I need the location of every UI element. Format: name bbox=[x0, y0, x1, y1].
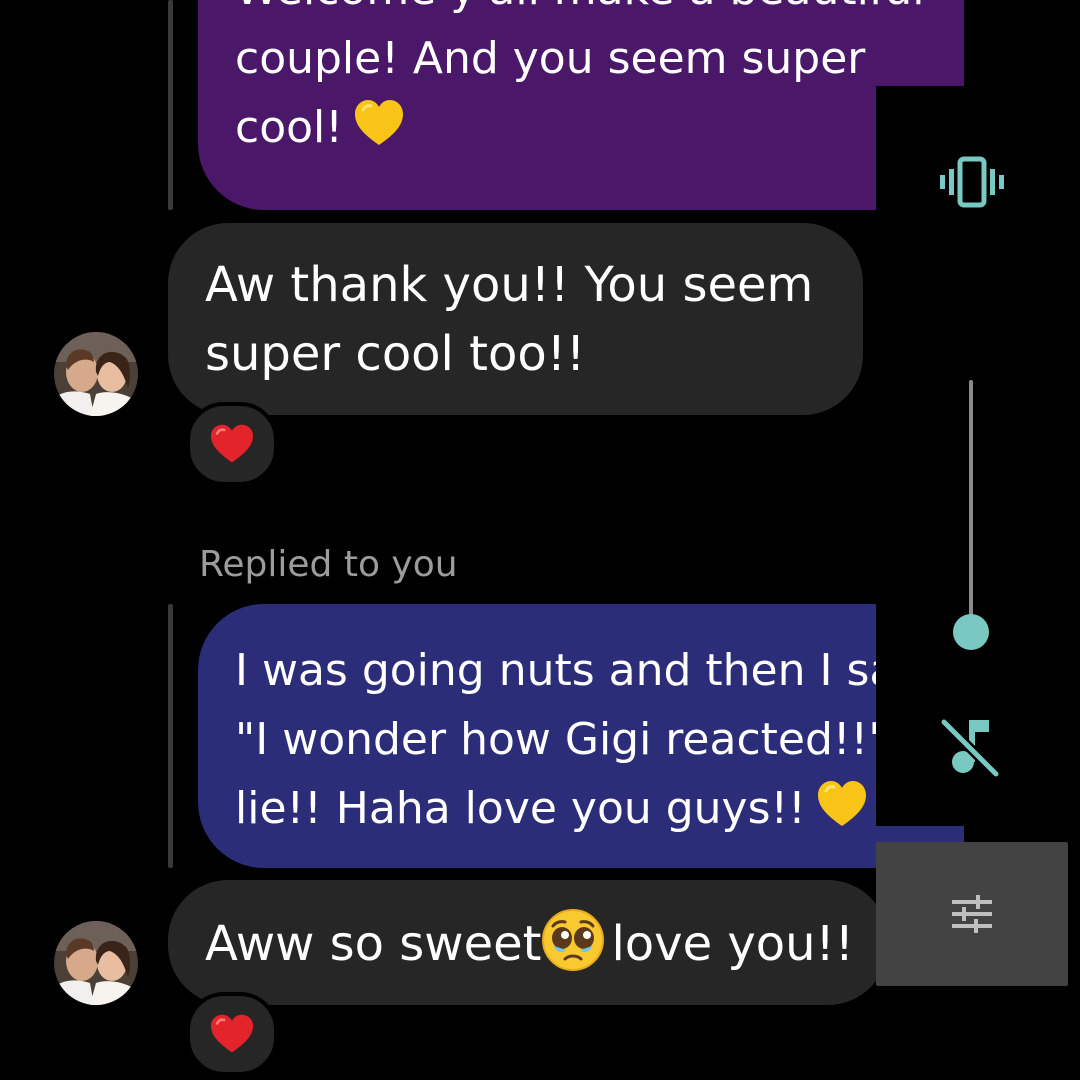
message-line: lie!! Haha love you guys!! bbox=[235, 774, 954, 843]
sent-message-bubble[interactable]: I was going nuts and then I sai "I wonde… bbox=[198, 604, 964, 868]
volume-slider-thumb[interactable] bbox=[953, 614, 989, 650]
message-line: Aw thank you!! You seem bbox=[205, 257, 814, 313]
red-heart-icon bbox=[211, 424, 253, 463]
received-message-bubble[interactable]: Aw thank you!! You seem super cool too!! bbox=[168, 223, 863, 415]
reaction-badge[interactable] bbox=[186, 402, 278, 486]
message-line: I was going nuts and then I sai bbox=[235, 645, 909, 696]
contact-avatar[interactable] bbox=[54, 332, 138, 416]
avatar-photo bbox=[54, 921, 138, 1005]
reaction-badge[interactable] bbox=[186, 992, 278, 1076]
sliders-icon bbox=[952, 895, 992, 933]
replied-to-you-label: Replied to you bbox=[199, 544, 458, 585]
pleading-face-emoji-icon bbox=[542, 909, 605, 971]
message-line: "I wonder how Gigi reacted!!" N bbox=[235, 714, 936, 765]
yellow-heart-emoji-icon bbox=[817, 781, 866, 826]
reply-quote-bar bbox=[168, 604, 173, 868]
music-muted-icon[interactable] bbox=[938, 716, 1002, 780]
received-message-bubble[interactable]: Aww so sweet love you!! bbox=[168, 880, 888, 1005]
message-line: couple! And you seem super bbox=[235, 33, 866, 84]
contact-avatar[interactable] bbox=[54, 921, 138, 1005]
reply-quote-bar bbox=[168, 0, 173, 210]
yellow-heart-emoji-icon bbox=[354, 100, 403, 145]
sent-message-bubble[interactable]: Welcome y'all make a beautiful couple! A… bbox=[198, 0, 964, 210]
message-line: cool! bbox=[235, 93, 954, 162]
avatar-photo bbox=[54, 332, 138, 416]
message-line: Aww so sweet love you!! bbox=[205, 908, 888, 979]
chat-screen: Welcome y'all make a beautiful couple! A… bbox=[0, 0, 1080, 1080]
message-line: super cool too!! bbox=[205, 326, 586, 382]
message-line: Welcome y'all make a beautiful bbox=[235, 0, 954, 24]
volume-slider-track[interactable] bbox=[969, 380, 973, 632]
red-heart-icon bbox=[211, 1014, 253, 1053]
vibrate-icon[interactable] bbox=[938, 156, 1006, 208]
